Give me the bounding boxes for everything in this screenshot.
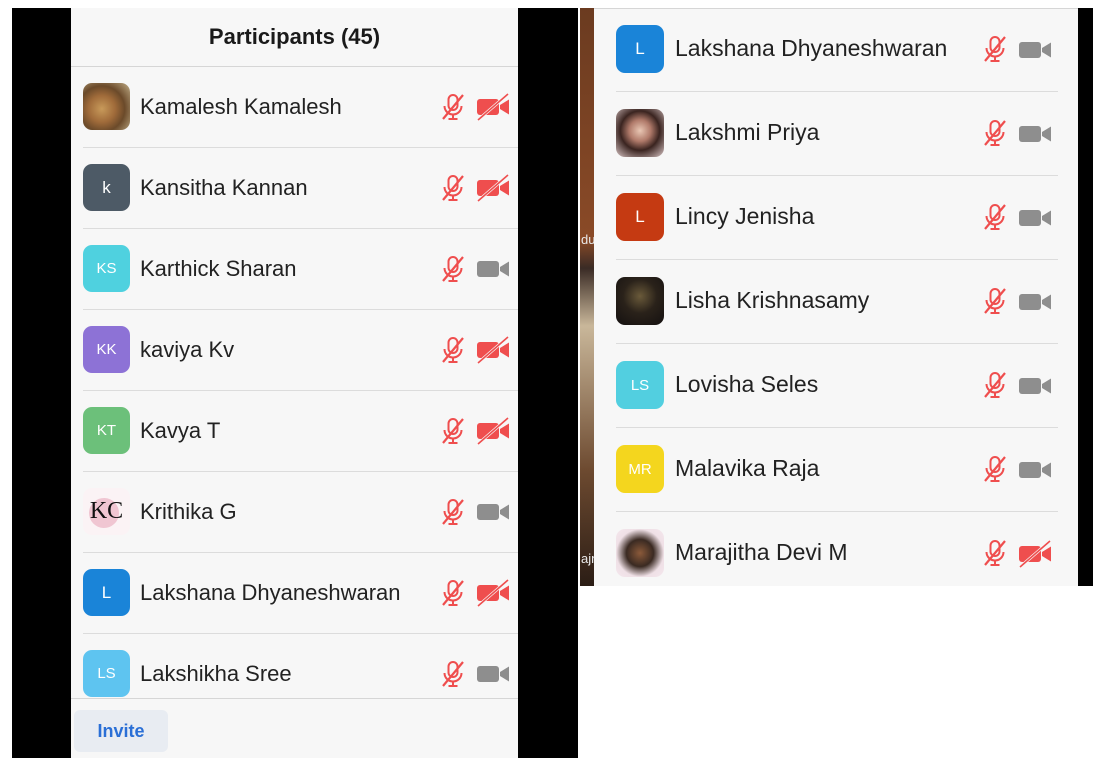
participant-name: Lovisha Seles (675, 371, 819, 397)
camera-icon[interactable] (1018, 288, 1052, 316)
participants-panel: Participants (45) Kamalesh Kamalesh k Ka… (71, 8, 518, 758)
participant-row[interactable]: KS Karthick Sharan (83, 229, 518, 310)
participant-list[interactable]: Kamalesh Kamalesh k Kansitha Kannan KS K… (83, 67, 518, 714)
participant-name: kaviya Kv (140, 337, 235, 362)
video-background: du ajn (580, 8, 598, 586)
avatar: KT (83, 407, 130, 454)
camera-icon[interactable] (1018, 204, 1052, 232)
avatar: L (83, 569, 130, 616)
camera-icon[interactable] (476, 498, 510, 526)
mic-muted-icon[interactable] (438, 173, 468, 203)
camera-icon[interactable] (1018, 120, 1052, 148)
avatar-initials: LS (97, 665, 116, 682)
avatar-initials: LS (630, 376, 650, 394)
camera-icon[interactable] (476, 660, 510, 688)
mic-muted-icon[interactable] (980, 538, 1010, 568)
camera-icon[interactable] (1018, 36, 1052, 64)
camera-off-icon[interactable] (476, 416, 510, 446)
avatar-initials: KS (96, 260, 117, 277)
avatar: k (83, 164, 130, 211)
avatar-initials: L (635, 39, 645, 58)
avatar-initials: L (101, 582, 112, 602)
participant-list[interactable]: L Lakshana Dhyaneshwaran Lakshmi Priya L… (616, 8, 1058, 595)
participant-row[interactable]: L Lakshana Dhyaneshwaran (83, 553, 518, 634)
mic-muted-icon[interactable] (438, 416, 468, 446)
avatar: MR (616, 445, 664, 493)
camera-off-icon[interactable] (476, 173, 510, 203)
camera-off-icon[interactable] (476, 92, 510, 122)
participant-row[interactable]: Marajitha Devi M (616, 512, 1058, 595)
avatar: LS (616, 361, 664, 409)
participants-panel-continued: L Lakshana Dhyaneshwaran Lakshmi Priya L… (594, 8, 1078, 586)
avatar-initials: MR (628, 460, 652, 478)
left-screenshot: Participants (45) Kamalesh Kamalesh k Ka… (12, 8, 578, 758)
avatar: L (616, 25, 664, 73)
participant-row[interactable]: L Lakshana Dhyaneshwaran (616, 8, 1058, 92)
participants-footer: Invite (71, 698, 518, 759)
avatar-initials: KC (89, 498, 124, 524)
mic-muted-icon[interactable] (980, 370, 1010, 400)
participant-name: Kamalesh Kamalesh (140, 94, 342, 119)
mic-muted-icon[interactable] (438, 254, 468, 284)
participant-row[interactable]: KK kaviya Kv (83, 310, 518, 391)
avatar: KK (83, 326, 130, 373)
invite-button[interactable]: Invite (74, 710, 168, 752)
avatar (83, 83, 130, 130)
avatar (616, 277, 664, 325)
participant-name: Marajitha Devi M (675, 539, 848, 565)
mic-muted-icon[interactable] (980, 118, 1010, 148)
avatar: LS (83, 650, 130, 697)
mic-muted-icon[interactable] (438, 92, 468, 122)
participant-name: Malavika Raja (675, 455, 820, 481)
mic-muted-icon[interactable] (980, 202, 1010, 232)
camera-icon[interactable] (476, 255, 510, 283)
participant-row[interactable]: KC Krithika G (83, 472, 518, 553)
mic-muted-icon[interactable] (438, 335, 468, 365)
participant-name: Kansitha Kannan (140, 175, 308, 200)
avatar-initials: KK (96, 341, 117, 358)
avatar: L (616, 193, 664, 241)
participant-name: Lincy Jenisha (675, 203, 815, 229)
participant-row[interactable]: Kamalesh Kamalesh (83, 67, 518, 148)
avatar-initials: KT (96, 422, 117, 439)
avatar-initials: L (635, 207, 645, 226)
participant-name: Krithika G (140, 499, 237, 524)
avatar (616, 109, 664, 157)
participant-row[interactable]: Lisha Krishnasamy (616, 260, 1058, 344)
camera-off-icon[interactable] (1018, 539, 1052, 569)
mic-muted-icon[interactable] (438, 659, 468, 689)
participant-row[interactable]: k Kansitha Kannan (83, 148, 518, 229)
avatar (616, 529, 664, 577)
mic-muted-icon[interactable] (438, 497, 468, 527)
mic-muted-icon[interactable] (980, 286, 1010, 316)
avatar: KS (83, 245, 130, 292)
participant-row[interactable]: KT Kavya T (83, 391, 518, 472)
participant-name: Lakshmi Priya (675, 119, 820, 145)
camera-off-icon[interactable] (476, 578, 510, 608)
avatar-initials: k (102, 177, 111, 197)
page-title: Participants (45) (208, 24, 381, 49)
participant-row[interactable]: LS Lovisha Seles (616, 344, 1058, 428)
participant-row[interactable]: Lakshmi Priya (616, 92, 1058, 176)
mic-muted-icon[interactable] (980, 454, 1010, 484)
participant-name: Kavya T (140, 418, 221, 443)
participants-header: Participants (45) (71, 8, 518, 67)
participant-row[interactable]: L Lincy Jenisha (616, 176, 1058, 260)
participant-name: Lakshana Dhyaneshwaran (140, 580, 401, 605)
participant-name: Lakshikha Sree (140, 661, 292, 686)
right-screenshot: du ajn L Lakshana Dhyaneshwaran Lakshmi … (580, 8, 1093, 586)
camera-off-icon[interactable] (476, 335, 510, 365)
participant-name: Karthick Sharan (140, 256, 297, 281)
participant-name: Lisha Krishnasamy (675, 287, 870, 313)
participant-name: Lakshana Dhyaneshwaran (675, 35, 948, 61)
mic-muted-icon[interactable] (438, 578, 468, 608)
camera-icon[interactable] (1018, 372, 1052, 400)
mic-muted-icon[interactable] (980, 34, 1010, 64)
participant-row[interactable]: MR Malavika Raja (616, 428, 1058, 512)
avatar: KC (83, 488, 130, 535)
camera-icon[interactable] (1018, 456, 1052, 484)
